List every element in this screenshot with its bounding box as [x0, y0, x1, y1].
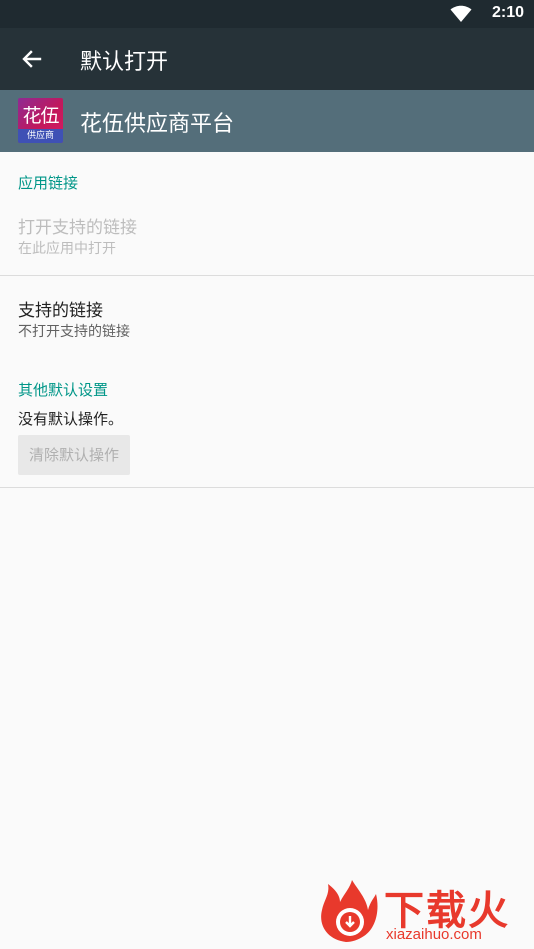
divider — [0, 275, 534, 276]
divider — [0, 487, 534, 488]
section-header-other-defaults: 其他默认设置 — [18, 381, 109, 399]
watermark-url: xiazaihuo.com — [386, 926, 482, 943]
pref-summary: 不打开支持的链接 — [18, 324, 130, 340]
app-icon-sublabel: 供应商 — [18, 129, 63, 143]
app-bar: 默认打开 — [0, 28, 534, 90]
status-bar: 2:10 — [0, 0, 534, 28]
clear-defaults-button[interactable]: 清除默认操作 — [18, 435, 130, 475]
app-header: 花伍 供应商 花伍供应商平台 — [0, 90, 534, 152]
open-supported-links-pref[interactable]: 打开支持的链接 在此应用中打开 — [0, 200, 534, 274]
watermark: 下载火 xiazaihuo.com — [314, 876, 532, 946]
flame-logo-icon — [321, 880, 378, 942]
page-title: 默认打开 — [80, 50, 169, 75]
status-time: 2:10 — [491, 4, 524, 21]
wifi-icon — [450, 5, 472, 22]
supported-links-pref[interactable]: 支持的链接 不打开支持的链接 — [0, 284, 534, 348]
pref-title: 支持的链接 — [18, 301, 103, 321]
app-icon: 花伍 供应商 — [18, 98, 63, 143]
pref-title: 打开支持的链接 — [18, 218, 137, 238]
back-button[interactable] — [14, 41, 50, 77]
arrow-left-icon — [22, 50, 42, 68]
pref-summary: 在此应用中打开 — [18, 241, 116, 257]
app-icon-label: 花伍 — [22, 105, 59, 127]
section-header-app-links: 应用链接 — [18, 174, 79, 192]
app-name: 花伍供应商平台 — [80, 112, 235, 137]
no-default-actions-text: 没有默认操作。 — [18, 410, 124, 428]
